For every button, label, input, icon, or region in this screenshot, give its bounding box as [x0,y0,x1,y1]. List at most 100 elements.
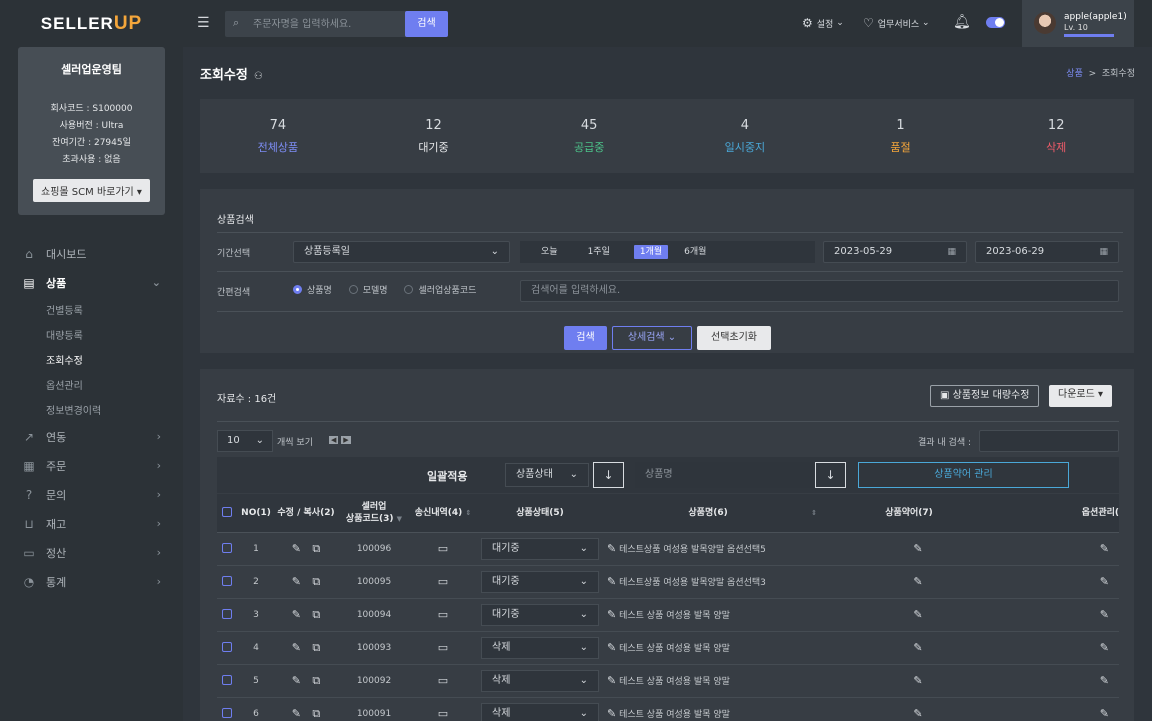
sidebar-item-orders[interactable]: ▦ 주문 › [0,451,183,480]
table-row[interactable]: 1 ✎ ⧉ 100096 ▭ 대기중 ⌄ ✎ 테스트상품 여성용 발목양말 옵션선… [217,532,1119,566]
prev-icon[interactable]: ◀ [329,436,339,444]
bell-icon[interactable]: 🔔︎ [953,14,971,30]
stat-all[interactable]: 74 전체상품 [200,99,356,173]
select-all-checkbox[interactable] [222,507,232,518]
services-menu[interactable]: ♡ 업무서비스 ⌄ [863,16,930,30]
edit-icon[interactable]: ✎ [913,674,922,687]
bulk-edit-button[interactable]: ▣ 상품정보 대량수정 [930,385,1040,407]
stat-soldout[interactable]: 1 품절 [823,99,979,173]
table-row[interactable]: 2 ✎ ⧉ 100095 ▭ 대기중 ⌄ ✎ 테스트상품 여성용 발목양말 옵션선… [217,565,1119,599]
stat-deleted[interactable]: 12 삭제 [978,99,1134,173]
period-type-select[interactable]: 상품등록일 ⌄ [293,241,510,263]
edit-icon[interactable]: ✎ [1100,608,1109,621]
period-6month[interactable]: 6개월 [678,245,712,259]
stat-supplying[interactable]: 45 공급중 [511,99,667,173]
edit-icon[interactable]: ✎ [292,707,301,720]
sidebar-item-integration[interactable]: ↗ 연동 › [0,422,183,451]
row-checkbox[interactable] [222,708,232,719]
copy-icon[interactable]: ⧉ [312,707,320,720]
bulk-name-input[interactable]: 상품명 [635,462,813,488]
col-code[interactable]: 셀러업 상품코드(3) ▼ [337,494,411,533]
period-1week[interactable]: 1주일 [582,245,616,259]
theme-toggle[interactable] [986,17,1005,28]
order-search-button[interactable]: 검색 [405,11,448,37]
col-send[interactable]: 송신내역(4) ⇕ [411,494,475,533]
table-row[interactable]: 5 ✎ ⧉ 100092 ▭ 삭제 ⌄ ✎ 테스트 상품 여성용 발목 양말 ✎ … [217,664,1119,698]
sidebar-item-inquiry[interactable]: ? 문의 › [0,480,183,509]
row-checkbox[interactable] [222,543,232,554]
row-status-select[interactable]: 삭제 ⌄ [481,702,599,721]
device-icon[interactable]: ▭ [438,707,448,720]
subitem-options[interactable]: 옵션관리 [0,372,183,397]
date-to-field[interactable]: 2023-06-29 ▦ [975,241,1119,263]
edit-icon[interactable]: ✎ [607,674,616,687]
keyword-input[interactable]: 검색어를 입력하세요. [520,280,1119,302]
sidebar-item-settlement[interactable]: ▭ 정산 › [0,538,183,567]
stat-waiting[interactable]: 12 대기중 [356,99,512,173]
subitem-view-edit[interactable]: 조회수정 [0,347,183,372]
date-from-field[interactable]: 2023-05-29 ▦ [823,241,967,263]
row-status-select[interactable]: 대기중 ⌄ [481,570,599,593]
order-search-input[interactable] [253,15,403,33]
edit-icon[interactable]: ✎ [913,641,922,654]
edit-icon[interactable]: ✎ [292,575,301,588]
settings-menu[interactable]: ⚙ 설정 ⌄ [802,16,844,30]
table-row[interactable]: 3 ✎ ⧉ 100094 ▭ 대기중 ⌄ ✎ 테스트 상품 여성용 발목 양말 ✎… [217,598,1119,632]
row-status-select[interactable]: 대기중 ⌄ [481,537,599,560]
abbr-manage-button[interactable]: 상품약어 관리 [858,462,1069,488]
edit-icon[interactable]: ✎ [292,641,301,654]
row-checkbox[interactable] [222,576,232,587]
copy-icon[interactable]: ⧉ [312,608,320,621]
copy-icon[interactable]: ⧉ [312,575,320,588]
row-status-select[interactable]: 대기중 ⌄ [481,603,599,626]
copy-icon[interactable]: ⧉ [312,542,320,555]
bulk-status-select[interactable]: 상품상태 ⌄ [505,463,589,487]
device-icon[interactable]: ▭ [438,641,448,654]
user-profile[interactable]: apple(apple1) Lv. 10 [1022,0,1134,47]
row-checkbox[interactable] [222,675,232,686]
edit-icon[interactable]: ✎ [913,575,922,588]
edit-icon[interactable]: ✎ [913,608,922,621]
in-result-search-input[interactable] [979,430,1119,452]
edit-icon[interactable]: ✎ [292,674,301,687]
stat-paused[interactable]: 4 일시중지 [667,99,823,173]
row-status-select[interactable]: 삭제 ⌄ [481,636,599,659]
edit-icon[interactable]: ✎ [1100,674,1109,687]
edit-icon[interactable]: ✎ [607,641,616,654]
sidebar-item-inventory[interactable]: ⊔ 재고 › [0,509,183,538]
sidebar-item-products[interactable]: ▤ 상품 ⌄ [0,268,183,297]
edit-icon[interactable]: ✎ [913,542,922,555]
edit-icon[interactable]: ✎ [1100,542,1109,555]
edit-icon[interactable]: ✎ [1100,575,1109,588]
breadcrumb-parent[interactable]: 상품 [1066,69,1083,79]
sidebar-item-dashboard[interactable]: ⌂ 대시보드 [0,239,183,268]
device-icon[interactable]: ▭ [438,608,448,621]
download-button[interactable]: 다운로드 ▾ [1049,385,1113,407]
sidebar-item-stats[interactable]: ◔ 통계 › [0,567,183,596]
edit-icon[interactable]: ✎ [607,575,616,588]
next-icon[interactable]: ▶ [341,436,351,444]
copy-icon[interactable]: ⧉ [312,674,320,687]
col-abbr[interactable]: 상품약어(7) [823,494,995,533]
row-checkbox[interactable] [222,609,232,620]
edit-icon[interactable]: ✎ [607,542,616,555]
col-option[interactable]: 옵션관리( [995,494,1119,533]
edit-icon[interactable]: ✎ [292,542,301,555]
menu-icon[interactable]: ☰ [197,15,211,31]
detail-search-button[interactable]: 상세검색 ⌄ [612,326,692,350]
edit-icon[interactable]: ✎ [607,608,616,621]
row-status-select[interactable]: 삭제 ⌄ [481,669,599,692]
page-size-select[interactable]: 10 ⌄ [217,430,273,452]
edit-icon[interactable]: ✎ [607,707,616,720]
subitem-bulk-register[interactable]: 대량등록 [0,322,183,347]
edit-icon[interactable]: ✎ [1100,707,1109,720]
copy-icon[interactable]: ⧉ [312,641,320,654]
reset-button[interactable]: 선택초기화 [697,326,771,350]
edit-icon[interactable]: ✎ [1100,641,1109,654]
device-icon[interactable]: ▭ [438,542,448,555]
apply-name-button[interactable]: ↓ [815,462,846,488]
edit-icon[interactable]: ✎ [913,707,922,720]
radio-model-name[interactable]: 모델명 [348,283,388,296]
col-no[interactable]: NO(1) [237,494,275,533]
table-row[interactable]: 4 ✎ ⧉ 100093 ▭ 삭제 ⌄ ✎ 테스트 상품 여성용 발목 양말 ✎ … [217,631,1119,665]
